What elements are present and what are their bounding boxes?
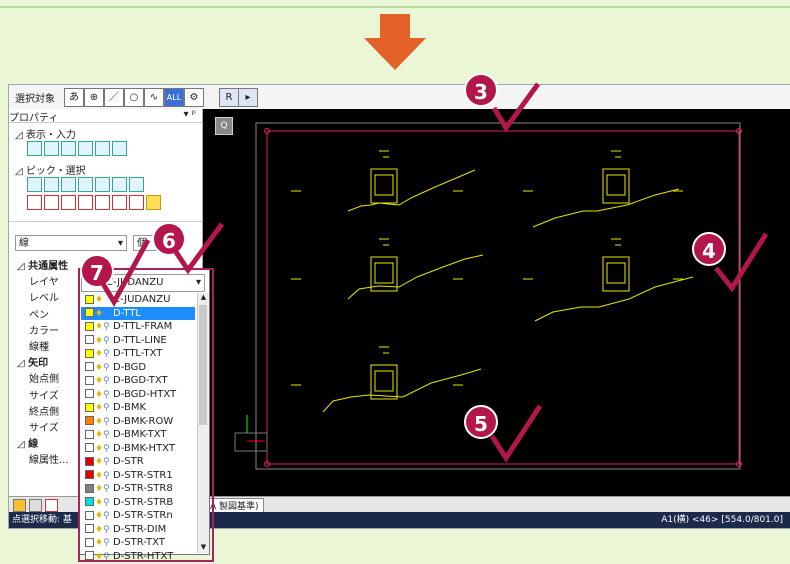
- check-mark-icon: [484, 78, 544, 138]
- panel-title: プロパティ ▾ ᵖ: [9, 109, 202, 123]
- property-label: ◿ 矢印: [9, 358, 48, 369]
- property-label: ◿ 共通属性: [9, 261, 68, 272]
- property-row[interactable]: 線属性...: [9, 453, 89, 469]
- pick-tool-icon[interactable]: [78, 177, 93, 192]
- property-label: 線属性...: [9, 455, 69, 466]
- property-label: レイヤ: [9, 277, 59, 288]
- property-row[interactable]: ◿ 共通属性: [9, 259, 89, 275]
- property-row[interactable]: 線種: [9, 340, 89, 356]
- pick-tool-icon[interactable]: [112, 177, 127, 192]
- property-row[interactable]: ペン: [9, 308, 89, 324]
- pick-tool-icon[interactable]: [61, 177, 76, 192]
- status-right-text: A1(横) <46> [554.0/801.0]: [661, 512, 783, 528]
- section-display[interactable]: ◿ 表示・入力: [15, 126, 76, 141]
- check-mark-icon: [96, 236, 152, 308]
- property-row[interactable]: サイズ: [9, 389, 89, 405]
- pin-icon[interactable]: ▾ ᵖ: [184, 109, 196, 120]
- property-label: 終点側: [9, 407, 59, 418]
- property-label: ◿ 線: [9, 439, 38, 450]
- snap-icon[interactable]: [78, 141, 93, 156]
- property-row[interactable]: 始点側: [9, 372, 89, 388]
- text-filter-button[interactable]: あ: [64, 88, 84, 107]
- pick-tool-icon[interactable]: [95, 177, 110, 192]
- pick-tool-icon[interactable]: [129, 177, 144, 192]
- property-label: サイズ: [9, 423, 59, 434]
- property-row[interactable]: レベル: [9, 291, 89, 307]
- tool-icon[interactable]: [29, 499, 42, 512]
- select-target-label: 選択対象: [15, 90, 55, 105]
- display-tools-row: [27, 141, 129, 159]
- circle-filter-button[interactable]: ○: [124, 88, 144, 107]
- pick-tools-row-1: [27, 177, 146, 195]
- grid-icon[interactable]: [44, 141, 59, 156]
- pick-tool-icon[interactable]: [44, 177, 59, 192]
- property-row[interactable]: カラー: [9, 324, 89, 340]
- down-arrow-icon: [364, 14, 426, 70]
- pick-tool-icon[interactable]: [146, 195, 161, 210]
- section-display-label: 表示・入力: [26, 130, 76, 141]
- pick-tool-icon[interactable]: [95, 195, 110, 210]
- pick-tool-icon[interactable]: [27, 177, 42, 192]
- view-info-icon[interactable]: Q: [215, 117, 233, 135]
- panel-title-text: プロパティ: [9, 113, 58, 124]
- pick-tool-icon[interactable]: [129, 195, 144, 210]
- property-row[interactable]: ◿ 線: [9, 437, 89, 453]
- pick-tool-icon[interactable]: [27, 195, 42, 210]
- arrow-right-button[interactable]: ▸: [238, 88, 258, 107]
- property-label: 始点側: [9, 374, 59, 385]
- close-icon[interactable]: [45, 499, 58, 512]
- layer-icon[interactable]: [95, 141, 110, 156]
- all-filter-button[interactable]: ALL: [164, 88, 184, 107]
- home-icon[interactable]: [13, 499, 26, 512]
- section-pick[interactable]: ◿ ピック・選択: [15, 162, 86, 177]
- property-row[interactable]: 終点側: [9, 405, 89, 421]
- point-filter-button[interactable]: ⊕: [84, 88, 104, 107]
- sheet-tabbar: A 製図基準): [203, 496, 790, 513]
- check-mark-icon: [708, 230, 770, 296]
- element-type-value: 線: [19, 238, 29, 249]
- display-tool-icon[interactable]: [27, 141, 42, 156]
- property-label: カラー: [9, 326, 59, 337]
- property-label: ペン: [9, 310, 49, 321]
- top-divider: [0, 6, 790, 8]
- property-row[interactable]: ◿ 矢印: [9, 356, 89, 372]
- pick-tool-icon[interactable]: [78, 195, 93, 210]
- line-filter-button[interactable]: ／: [104, 88, 124, 107]
- property-row[interactable]: サイズ: [9, 421, 89, 437]
- r-icon[interactable]: [61, 141, 76, 156]
- curve-filter-button[interactable]: ∿: [144, 88, 164, 107]
- section-pick-label: ピック・選択: [26, 166, 86, 177]
- pick-tools-row-2: [27, 195, 163, 213]
- dropper-icon[interactable]: [112, 141, 127, 156]
- property-row[interactable]: レイヤ: [9, 275, 89, 291]
- pick-tool-icon[interactable]: [112, 195, 127, 210]
- status-left-text: 点選択移動: 基: [12, 512, 72, 528]
- dropdown-highlight-frame: [78, 268, 214, 562]
- pick-tool-icon[interactable]: [61, 195, 76, 210]
- check-mark-icon: [170, 220, 226, 276]
- property-label: 線種: [9, 342, 49, 353]
- property-label: レベル: [9, 293, 59, 304]
- r-button[interactable]: R: [219, 88, 239, 107]
- pick-tool-icon[interactable]: [44, 195, 59, 210]
- property-label: サイズ: [9, 391, 59, 402]
- toolbar: 選択対象 あ ⊕ ／ ○ ∿ ALL ⚙ R ▸: [9, 85, 790, 110]
- settings-gear-icon[interactable]: ⚙: [184, 88, 204, 107]
- check-mark-icon: [484, 400, 544, 464]
